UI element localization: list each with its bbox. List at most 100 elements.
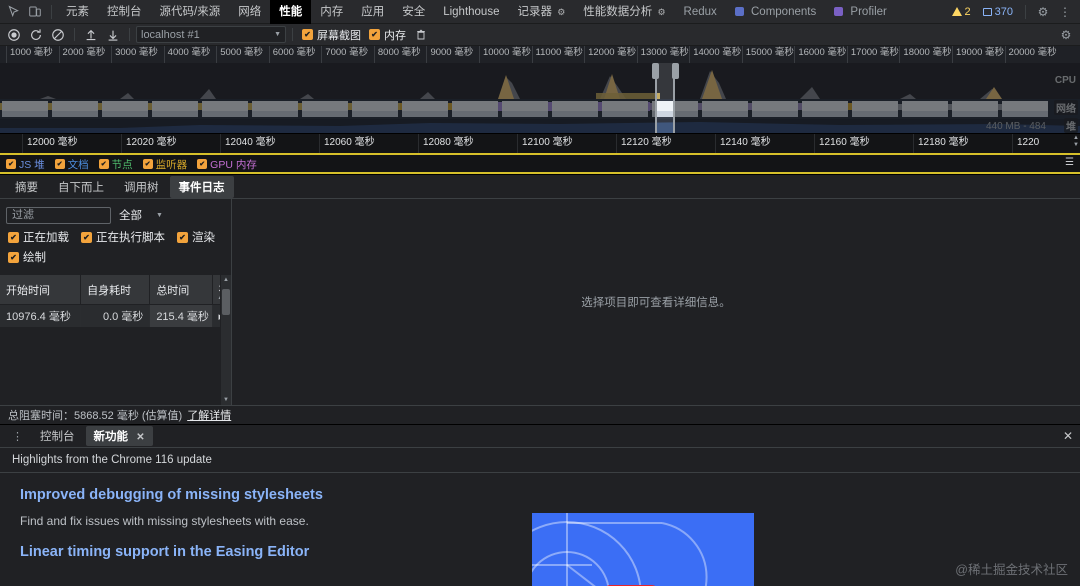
filter-input[interactable]: 过滤 xyxy=(6,206,111,224)
whats-new-body: Improved debugging of missing stylesheet… xyxy=(0,473,1080,586)
scroll-down-icon[interactable]: ▼ xyxy=(221,397,231,403)
counter-listeners-label: 监听器 xyxy=(155,158,188,171)
scroll-up-icon[interactable]: ▲ xyxy=(1073,135,1079,141)
tab-elements[interactable]: 元素 xyxy=(57,0,98,24)
tab-memory[interactable]: 内存 xyxy=(311,0,352,24)
drawer-tab-console[interactable]: 控制台 xyxy=(32,426,83,446)
total-blocking-time-status: 总阻塞时间：5868.52 毫秒 (估算值) 了解详情 xyxy=(0,405,1080,424)
overview-ruler-tick: 16000 毫秒 xyxy=(794,46,846,63)
scroll-up-icon[interactable]: ▲ xyxy=(221,277,231,283)
checkbox-loading[interactable]: 正在加载 xyxy=(8,229,69,245)
col-self-time[interactable]: 自身耗时 xyxy=(80,275,151,305)
checkbox-painting[interactable]: 绘制 xyxy=(8,249,46,265)
detail-ruler-tick: 1220 xyxy=(1012,134,1039,154)
recording-target-select[interactable]: localhost #1 ▼ xyxy=(136,26,286,43)
checkbox-rendering[interactable]: 渲染 xyxy=(177,229,215,245)
close-icon[interactable]: ✕ xyxy=(136,432,144,443)
devtools-main-tabbar: 元素 控制台 源代码/来源 网络 性能 内存 应用 安全 Lighthouse … xyxy=(0,0,1080,24)
gear-icon[interactable]: ⚙ xyxy=(1032,2,1054,22)
overview-ruler-tick: 9000 毫秒 xyxy=(426,46,473,63)
message-box-icon xyxy=(982,7,992,16)
record-icon[interactable] xyxy=(4,26,24,44)
timeline-tracks[interactable]: JS 堆 文档 节点 监听器 GPU 内存 ☰ xyxy=(0,153,1080,174)
cell-total-time: 215.4 毫秒 xyxy=(149,304,213,327)
checkbox-rendering-label: 渲染 xyxy=(192,232,215,244)
counter-top-line xyxy=(0,153,1080,155)
watermark: @稀土掘金技术社区 xyxy=(955,563,1068,577)
learn-more-link[interactable]: 了解详情 xyxy=(187,407,231,423)
message-count-badge[interactable]: 370 xyxy=(977,3,1019,21)
overview-ruler-tick: 11000 毫秒 xyxy=(531,46,583,63)
table-header-row: 开始时间 自身耗时 总时间 是 ▲ xyxy=(0,275,232,305)
timeline-scroll-arrows[interactable]: ▲ ▼ xyxy=(1073,135,1079,148)
gear-icon[interactable]: ⚙ xyxy=(1056,26,1076,44)
tab-components[interactable]: Components xyxy=(726,0,825,24)
toolbar-divider xyxy=(51,4,52,19)
counter-documents[interactable]: 文档 xyxy=(53,157,91,172)
selection-handle-left[interactable] xyxy=(652,63,659,79)
tab-redux[interactable]: Redux xyxy=(675,0,726,24)
tab-console[interactable]: 控制台 xyxy=(98,0,151,24)
detail-tabs: 摘要 自下而上 调用树 事件日志 xyxy=(0,175,1080,199)
overview-ruler: 1000 毫秒 2000 毫秒 3000 毫秒 4000 毫秒 5000 毫秒 6000 … xyxy=(0,46,1080,63)
checkbox-loading-label: 正在加载 xyxy=(23,232,69,244)
kebab-menu-icon[interactable]: ⋮ xyxy=(6,430,29,443)
tab-lighthouse[interactable]: Lighthouse xyxy=(434,0,508,24)
performance-toolbar: localhost #1 ▼ 屏幕截图 内存 ⚙ xyxy=(0,24,1080,46)
duration-filter-select[interactable]: 全部 ▼ xyxy=(119,207,163,223)
timeline-overview[interactable]: 1000 毫秒 2000 毫秒 3000 毫秒 4000 毫秒 5000 毫秒 6000 … xyxy=(0,46,1080,133)
overview-ruler-tick: 20000 毫秒 xyxy=(1004,46,1057,63)
memory-label: 内存 xyxy=(384,29,406,42)
table-row[interactable]: 10976.4 毫秒 0.0 毫秒 215.4 毫秒 ▸ xyxy=(0,304,232,327)
drawer-tab-whats-new[interactable]: 新功能 ✕ xyxy=(85,426,153,446)
screenshots-checkbox[interactable]: 屏幕截图 xyxy=(299,27,364,43)
upload-profile-icon[interactable] xyxy=(81,26,101,44)
tab-network[interactable]: 网络 xyxy=(229,0,270,24)
tab-performance[interactable]: 性能 xyxy=(270,0,312,24)
tab-sources[interactable]: 源代码/来源 xyxy=(151,0,230,24)
reload-record-icon[interactable] xyxy=(26,26,46,44)
checkbox-scripting-label: 正在执行脚本 xyxy=(96,232,165,244)
counter-listeners[interactable]: 监听器 xyxy=(141,157,190,172)
tab-call-tree[interactable]: 调用树 xyxy=(115,176,168,198)
tab-recorder[interactable]: 记录器 ⚙ xyxy=(508,0,574,24)
tab-performance-insights[interactable]: 性能数据分析 ⚙ xyxy=(574,0,674,24)
tab-security[interactable]: 安全 xyxy=(393,0,434,24)
tab-summary[interactable]: 摘要 xyxy=(6,176,47,198)
event-log-scrollbar[interactable]: ▲ ▼ xyxy=(220,275,231,405)
counter-gpu-memory[interactable]: GPU 内存 xyxy=(195,157,259,172)
clear-icon[interactable] xyxy=(48,26,68,44)
warning-count-badge[interactable]: 2 xyxy=(946,3,977,21)
trash-icon[interactable] xyxy=(411,26,431,44)
memory-checkbox[interactable]: 内存 xyxy=(366,27,409,43)
tab-profiler[interactable]: Profiler xyxy=(825,0,896,24)
whats-new-video-thumbnail[interactable]: new xyxy=(532,513,754,586)
selection-handle-right[interactable] xyxy=(672,63,679,79)
scroll-down-icon[interactable]: ▼ xyxy=(1073,142,1079,148)
tab-event-log[interactable]: 事件日志 xyxy=(169,175,234,198)
drawer-close-icon[interactable]: ✕ xyxy=(1063,429,1073,443)
device-toolbar-icon[interactable] xyxy=(24,2,46,22)
duration-filter-value: 全部 xyxy=(119,210,142,222)
detail-ruler-tick: 12160 毫秒 xyxy=(814,134,870,154)
track-config-icon[interactable]: ☰ xyxy=(1065,157,1074,168)
inspect-icon[interactable] xyxy=(2,2,24,22)
col-total-time[interactable]: 总时间 xyxy=(149,275,213,305)
scrollbar-thumb[interactable] xyxy=(222,289,230,315)
tab-profiler-label: Profiler xyxy=(850,5,887,18)
event-log-left-column: 过滤 全部 ▼ 正在加载 正在执行脚本 xyxy=(0,199,232,405)
checkbox-scripting[interactable]: 正在执行脚本 xyxy=(81,229,165,245)
overview-ruler-tick: 15000 毫秒 xyxy=(741,46,794,63)
overview-ruler-tick: 4000 毫秒 xyxy=(163,46,210,63)
counter-gpu-memory-label: GPU 内存 xyxy=(210,158,257,171)
whats-new-item-1-title[interactable]: Improved debugging of missing stylesheet… xyxy=(20,487,1080,503)
download-profile-icon[interactable] xyxy=(103,26,123,44)
tab-bottom-up[interactable]: 自下而上 xyxy=(49,176,113,198)
counter-js-heap[interactable]: JS 堆 xyxy=(4,157,47,172)
overview-ruler-tick: 8000 毫秒 xyxy=(373,46,421,63)
col-start-time[interactable]: 开始时间 xyxy=(0,275,82,305)
counter-nodes[interactable]: 节点 xyxy=(97,157,135,172)
tab-application[interactable]: 应用 xyxy=(352,0,393,24)
kebab-menu-icon[interactable]: ⋮ xyxy=(1054,2,1076,22)
recording-target-value: localhost #1 xyxy=(141,28,200,41)
